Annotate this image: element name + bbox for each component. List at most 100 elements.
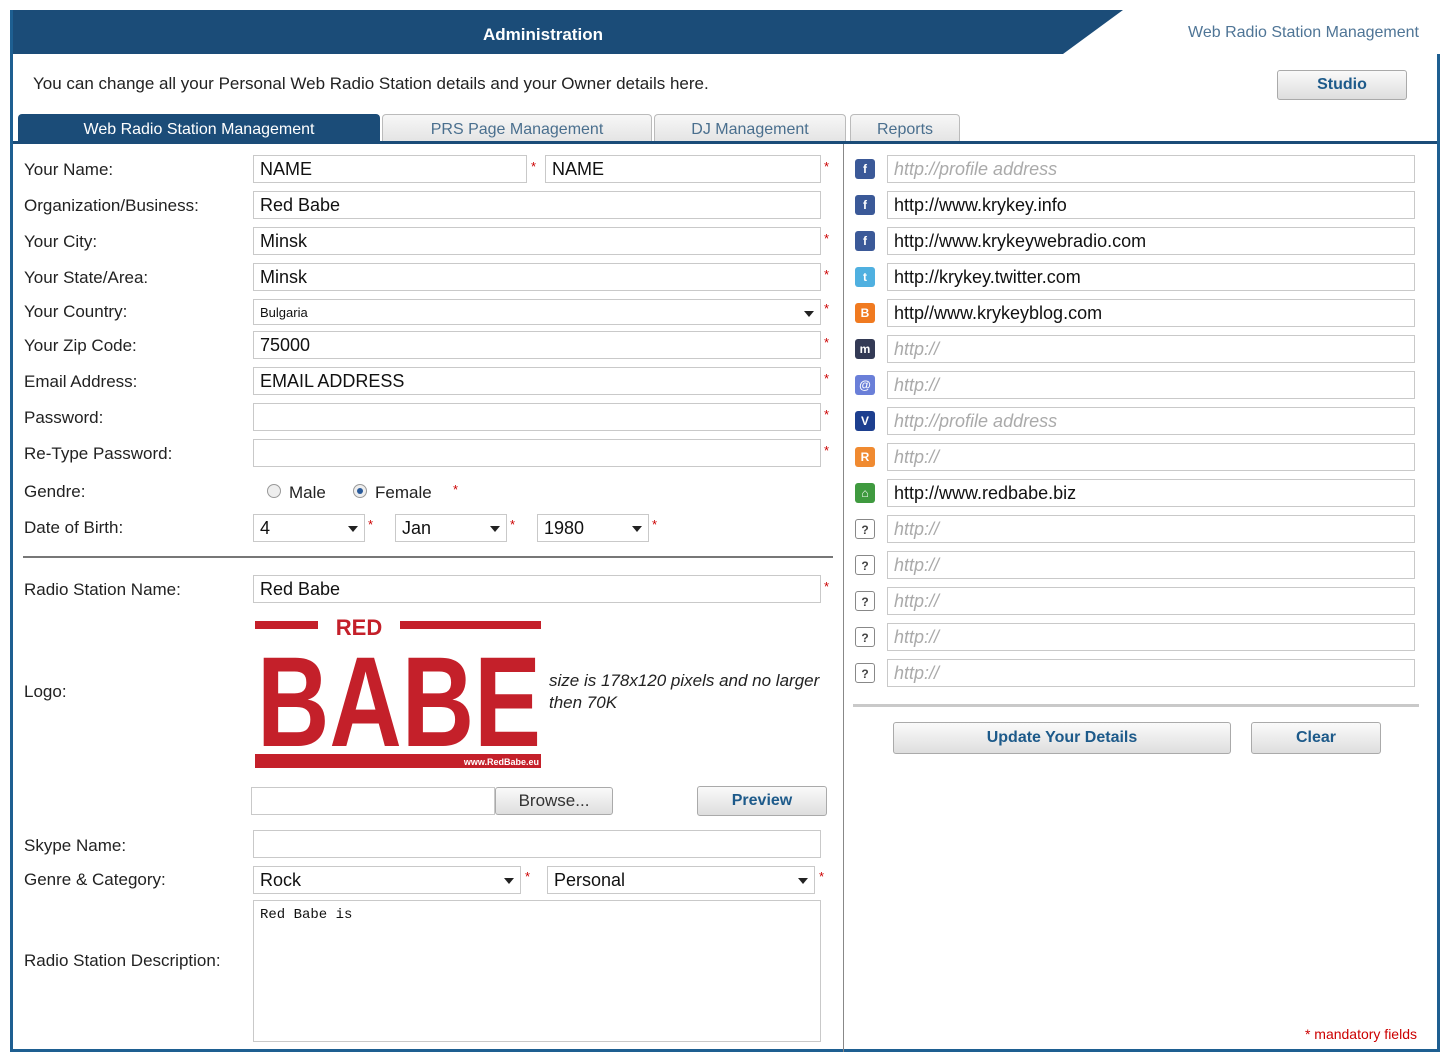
social-link-value: http://krykey.twitter.com <box>894 267 1081 287</box>
admin-panel: Administration Web Radio Station Managem… <box>10 10 1443 1052</box>
social-link-value: http//www.krykeyblog.com <box>894 303 1103 323</box>
social-link-placeholder: http:// <box>894 519 940 539</box>
rss-icon: R <box>855 447 875 467</box>
social-link-input[interactable]: http://www.redbabe.biz <box>887 479 1415 507</box>
dob-label: Date of Birth: <box>24 518 124 537</box>
chevron-down-icon <box>798 878 808 884</box>
logo-main-text: BABE <box>257 631 541 774</box>
social-link-input[interactable]: http://profile address <box>887 407 1415 435</box>
social-link-placeholder: http:// <box>894 447 940 467</box>
social-link-placeholder: http://profile address <box>894 159 1058 179</box>
name-label: Your Name: <box>24 160 114 179</box>
social-link-input[interactable]: http//www.krykeyblog.com <box>887 299 1415 327</box>
retype-password-label: Re-Type Password: <box>24 444 173 463</box>
tab-underline <box>13 141 1437 144</box>
org-label: Organization/Business: <box>24 196 199 215</box>
password-input[interactable] <box>253 403 821 431</box>
question-icon: ? <box>855 519 875 539</box>
mandatory-note: * mandatory fields <box>1304 1026 1417 1042</box>
social-link-value: http://www.krykey.info <box>894 195 1067 215</box>
home-icon: ⌂ <box>855 483 875 503</box>
zip-input[interactable]: 75000 <box>253 331 821 359</box>
required-mark: * <box>652 517 658 532</box>
state-input[interactable]: Minsk <box>253 263 821 291</box>
city-label: Your City: <box>24 232 98 251</box>
description-label: Radio Station Description: <box>24 951 221 970</box>
social-link-placeholder: http:// <box>894 375 940 395</box>
station-name-input[interactable]: Red Babe <box>253 575 821 603</box>
facebook-icon: f <box>855 159 875 179</box>
social-link-input[interactable]: http:// <box>887 659 1415 687</box>
country-label: Your Country: <box>24 302 128 321</box>
browse-button[interactable]: Browse... <box>495 787 613 815</box>
country-value: Bulgaria <box>260 305 308 320</box>
female-radio[interactable] <box>353 484 367 498</box>
social-link-input[interactable]: http://profile address <box>887 155 1415 183</box>
question-icon: ? <box>855 591 875 611</box>
org-input[interactable]: Red Babe <box>253 191 821 219</box>
email-input[interactable]: EMAIL ADDRESS <box>253 367 821 395</box>
required-mark: * <box>510 517 516 532</box>
preview-button[interactable]: Preview <box>697 786 827 816</box>
tab-web-radio-station-management[interactable]: Web Radio Station Management <box>18 114 380 143</box>
required-mark: * <box>824 301 830 316</box>
last-name-input[interactable]: NAME <box>545 155 821 183</box>
skype-input[interactable] <box>253 830 821 858</box>
genre-value: Rock <box>260 870 302 890</box>
social-link-input[interactable]: http://www.krykeywebradio.com <box>887 227 1415 255</box>
logo-site-text: www.RedBabe.eu <box>463 757 539 767</box>
clear-button[interactable]: Clear <box>1251 722 1381 754</box>
required-mark: * <box>824 335 830 350</box>
social-link-input[interactable]: http:// <box>887 587 1415 615</box>
dob-day-select[interactable]: 4 <box>253 514 365 542</box>
social-link-placeholder: http:// <box>894 591 940 611</box>
tab-dj-management[interactable]: DJ Management <box>654 114 846 143</box>
description-textarea[interactable]: Red Babe is <box>253 900 821 1042</box>
update-details-button[interactable]: Update Your Details <box>893 722 1231 754</box>
tab-reports[interactable]: Reports <box>850 114 960 143</box>
social-link-placeholder: http://profile address <box>894 411 1058 431</box>
station-logo-image: RED BABE www.RedBabe.eu <box>253 615 543 776</box>
social-link-input[interactable]: http:// <box>887 371 1415 399</box>
social-link-input[interactable]: http:// <box>887 515 1415 543</box>
city-input[interactable]: Minsk <box>253 227 821 255</box>
genre-select[interactable]: Rock <box>253 866 521 894</box>
header-section-text: Web Radio Station Management <box>1188 24 1419 41</box>
password-label: Password: <box>24 408 104 427</box>
required-mark: * <box>824 443 830 458</box>
social-link-input[interactable]: http:// <box>887 335 1415 363</box>
category-select[interactable]: Personal <box>547 866 815 894</box>
male-radio[interactable] <box>267 484 281 498</box>
tab-prs-page-management[interactable]: PRS Page Management <box>382 114 652 143</box>
logo-size-hint: size is 178x120 pixels and no larger the… <box>549 671 820 712</box>
social-link-input[interactable]: http:// <box>887 623 1415 651</box>
first-name-input[interactable]: NAME <box>253 155 527 183</box>
category-value: Personal <box>554 870 626 890</box>
skype-label: Skype Name: <box>24 836 127 855</box>
header-section-label: Web Radio Station Management <box>1063 10 1443 54</box>
chevron-down-icon <box>348 526 358 532</box>
social-link-value: http://www.redbabe.biz <box>894 483 1077 503</box>
dob-year-value: 1980 <box>544 518 585 538</box>
chevron-down-icon <box>504 878 514 884</box>
required-mark: * <box>453 482 459 497</box>
logo-file-input[interactable] <box>251 787 495 815</box>
social-link-input[interactable]: http:// <box>887 551 1415 579</box>
required-mark: * <box>819 869 825 884</box>
social-link-input[interactable]: http://www.krykey.info <box>887 191 1415 219</box>
studio-button[interactable]: Studio <box>1277 70 1407 100</box>
dob-year-select[interactable]: 1980 <box>537 514 649 542</box>
question-icon: ? <box>855 627 875 647</box>
dob-month-select[interactable]: Jan <box>395 514 507 542</box>
section-divider <box>23 556 833 558</box>
social-link-input[interactable]: http:// <box>887 443 1415 471</box>
social-link-input[interactable]: http://krykey.twitter.com <box>887 263 1415 291</box>
column-divider <box>843 144 844 1052</box>
email-label: Email Address: <box>24 372 138 391</box>
header-title: Administration <box>483 25 603 44</box>
question-icon: ? <box>855 555 875 575</box>
retype-password-input[interactable] <box>253 439 821 467</box>
chevron-down-icon <box>632 526 642 532</box>
male-label: Male <box>289 483 326 502</box>
country-select[interactable]: Bulgaria <box>253 299 821 325</box>
